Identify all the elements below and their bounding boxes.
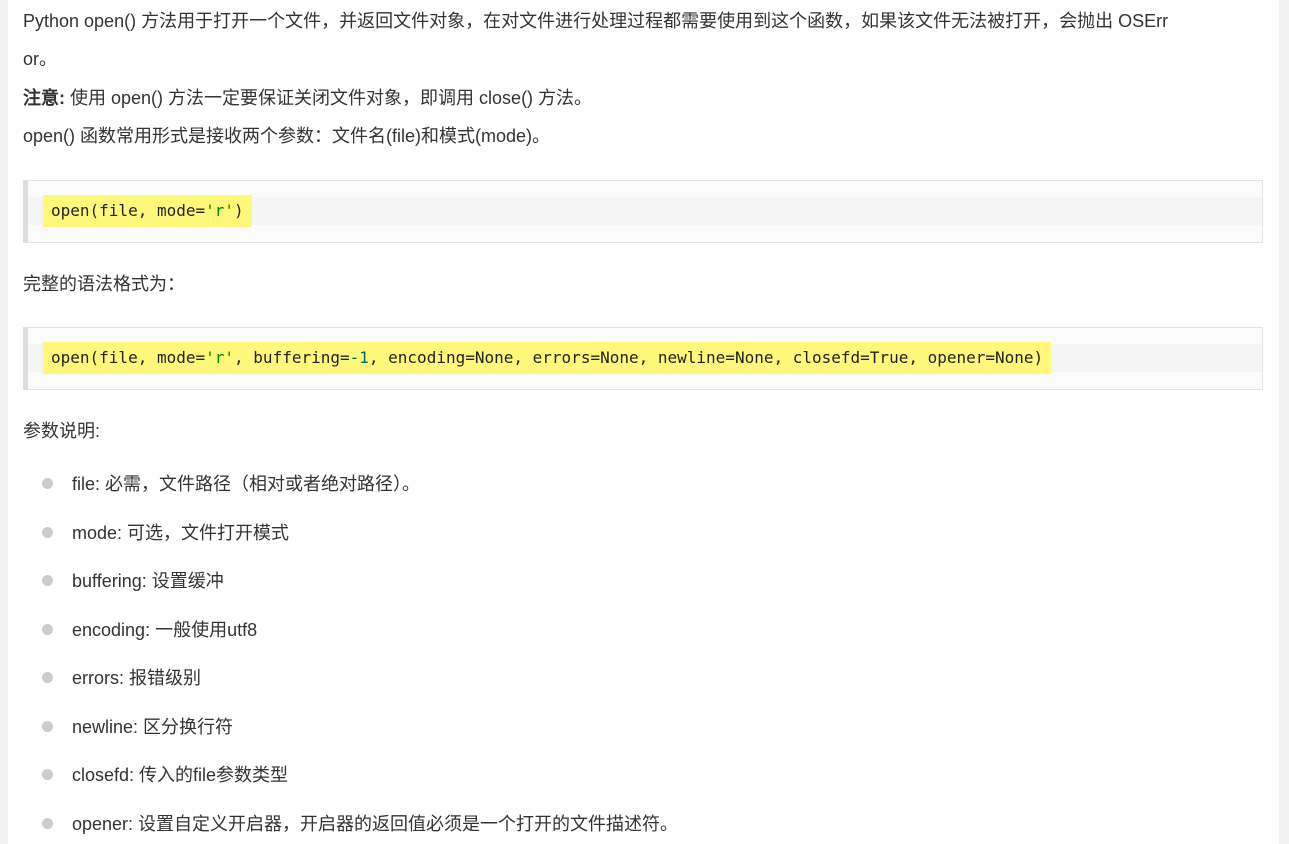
list-item-text: newline: 区分换行符 [72,717,234,737]
intro-line-1: Python open() 方法用于打开一个文件，并返回文件对象，在对文件进行处… [23,11,1169,31]
code-token: , encoding=None, errors=None, newline=No… [368,348,1044,367]
code-block-short: open(file, mode='r') [23,180,1263,243]
list-item-text: encoding: 一般使用utf8 [72,620,258,640]
code-block-full: open(file, mode='r', buffering=-1, encod… [23,327,1263,390]
code-token: open(file, mode= [51,201,206,220]
note-paragraph: 注意: 使用 open() 方法一定要保证关闭文件对象，即调用 close() … [23,79,592,117]
list-item: closefd: 传入的file参数类型 [8,755,1208,795]
note-label: 注意: [23,88,65,108]
list-item-text: closefd: 传入的file参数类型 [72,765,289,785]
list-item-text: buffering: 设置缓冲 [72,571,224,591]
list-item: mode: 可选，文件打开模式 [8,513,1208,553]
code-token: open(file, mode= [51,348,206,367]
list-item-text: file: 必需，文件路径（相对或者绝对路径）。 [72,474,421,494]
code-string-token: 'r' [205,348,235,367]
list-item-text: opener: 设置自定义开启器，开启器的返回值必须是一个打开的文件描述符。 [72,814,679,834]
list-item-text: mode: 可选，文件打开模式 [72,523,290,543]
bullet-icon [42,818,53,829]
code-line-full: open(file, mode='r', buffering=-1, encod… [43,342,1052,374]
bullet-icon [42,575,53,586]
list-item: encoding: 一般使用utf8 [8,610,1208,650]
bullet-icon [42,721,53,732]
common-form-text: open() 函数常用形式是接收两个参数：文件名(file)和模式(mode)。 [23,126,551,146]
params-label: 参数说明: [23,421,101,441]
code-line-short: open(file, mode='r') [43,195,252,227]
code-number-token: -1 [349,348,369,367]
list-item: errors: 报错级别 [8,658,1208,698]
bullet-icon [42,624,53,635]
intro-line-2: or。 [23,49,58,69]
note-text: 使用 open() 方法一定要保证关闭文件对象，即调用 close() 方法。 [70,88,593,108]
bullet-icon [42,672,53,683]
list-item: newline: 区分换行符 [8,707,1208,747]
bullet-icon [42,527,53,538]
list-item: opener: 设置自定义开启器，开启器的返回值必须是一个打开的文件描述符。 [8,804,1208,844]
list-item-text: errors: 报错级别 [72,668,202,688]
code-token: , buffering= [234,348,350,367]
article-content: Python open() 方法用于打开一个文件，并返回文件对象，在对文件进行处… [8,0,1279,844]
list-item: buffering: 设置缓冲 [8,561,1208,601]
list-item: file: 必需，文件路径（相对或者绝对路径）。 [8,464,1208,504]
code-string-token: 'r' [205,201,235,220]
bullet-icon [42,478,53,489]
full-syntax-label: 完整的语法格式为： [23,274,185,294]
bullet-icon [42,769,53,780]
code-token: ) [234,201,244,220]
